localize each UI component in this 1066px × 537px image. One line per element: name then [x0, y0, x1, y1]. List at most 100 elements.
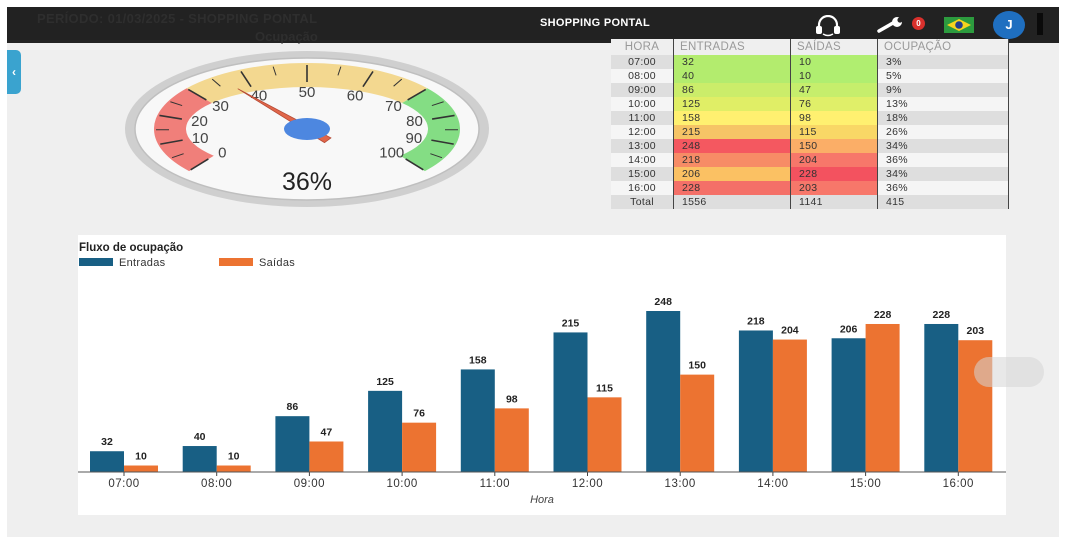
bar-value-label: 40: [194, 431, 206, 443]
cell-hora: 09:00: [611, 83, 674, 97]
x-tick-label: 11:00: [480, 478, 510, 490]
bar-saidas[interactable]: [494, 408, 529, 472]
col-ocupacao: OCUPAÇÃO: [877, 39, 1009, 55]
bar-value-label: 86: [287, 401, 299, 413]
cell-entradas: 125: [673, 97, 791, 111]
wrench-icon[interactable]: [875, 17, 909, 38]
cell-entradas: 218: [673, 153, 791, 167]
cell-saidas: 1141: [790, 195, 878, 209]
user-avatar[interactable]: J: [993, 11, 1025, 39]
cell-saidas: 115: [790, 125, 878, 139]
cell-ocupacao: 5%: [877, 69, 1009, 83]
cell-entradas: 158: [673, 111, 791, 125]
table-row: 13:00 248 150 34%: [611, 139, 1009, 153]
table-row: 16:00 228 203 36%: [611, 181, 1009, 195]
x-tick-label: 07:00: [108, 478, 139, 490]
mall-name: SHOPPING PONTAL: [540, 17, 651, 29]
bar-value-label: 228: [874, 309, 892, 321]
gauge-hub: [284, 118, 330, 140]
bar-entradas[interactable]: [553, 332, 588, 472]
x-tick-label: 14:00: [757, 478, 788, 490]
cell-saidas: 10: [790, 69, 878, 83]
bar-value-label: 47: [321, 426, 333, 438]
cell-hora: 14:00: [611, 153, 674, 167]
bar-saidas[interactable]: [216, 465, 251, 472]
bar-value-label: 158: [469, 354, 487, 366]
bar-entradas[interactable]: [831, 338, 866, 472]
cell-hora: 07:00: [611, 55, 674, 69]
avatar-edge: [1037, 13, 1043, 35]
bar-entradas[interactable]: [182, 446, 217, 472]
cell-hora: 13:00: [611, 139, 674, 153]
gauge-value: 36%: [282, 168, 332, 196]
bar-entradas[interactable]: [460, 369, 495, 472]
x-tick-label: 10:00: [386, 478, 417, 490]
cell-entradas: 248: [673, 139, 791, 153]
brazil-flag-icon[interactable]: [944, 17, 974, 38]
cell-saidas: 204: [790, 153, 878, 167]
gauge-tick-label: 50: [299, 84, 316, 101]
cell-hora: 11:00: [611, 111, 674, 125]
bar-saidas[interactable]: [124, 465, 158, 472]
cell-saidas: 228: [790, 167, 878, 181]
table-row: 15:00 206 228 34%: [611, 167, 1009, 181]
bar-value-label: 248: [654, 296, 672, 308]
cell-ocupacao: 3%: [877, 55, 1009, 69]
flow-chart-card: Fluxo de ocupação Entradas Saídas 32 10 07…: [78, 235, 1006, 515]
table-header-row: HORA ENTRADAS SAÍDAS OCUPAÇÃO: [611, 39, 1009, 55]
bar-entradas[interactable]: [90, 451, 124, 472]
x-axis-label: Hora: [530, 494, 554, 506]
occupancy-table: HORA ENTRADAS SAÍDAS OCUPAÇÃO 07:00 32 10 3…: [611, 39, 1009, 209]
x-tick-label: 12:00: [572, 478, 603, 490]
cell-entradas: 228: [673, 181, 791, 195]
chevron-left-icon[interactable]: ‹: [7, 50, 21, 94]
bar-value-label: 204: [781, 325, 799, 337]
bar-value-label: 206: [840, 323, 858, 335]
cell-entradas: 1556: [673, 195, 791, 209]
cell-hora: 15:00: [611, 167, 674, 181]
scroll-handle[interactable]: [974, 357, 1044, 387]
bar-saidas[interactable]: [309, 441, 344, 472]
x-tick-label: 15:00: [850, 478, 881, 490]
bar-saidas[interactable]: [402, 422, 437, 472]
bar-entradas[interactable]: [275, 416, 310, 472]
bar-value-label: 98: [506, 393, 518, 405]
col-hora: HORA: [611, 39, 674, 55]
gauge-tick-label: 90: [406, 130, 423, 147]
gauge-title: Ocupação: [255, 29, 318, 44]
cell-saidas: 98: [790, 111, 878, 125]
cell-ocupacao: 18%: [877, 111, 1009, 125]
bar-entradas[interactable]: [368, 390, 403, 472]
bar-value-label: 10: [228, 451, 240, 463]
table-row: 14:00 218 204 36%: [611, 153, 1009, 167]
gauge-tick-label: 60: [347, 88, 364, 105]
cell-hora: Total: [611, 195, 674, 209]
cell-entradas: 40: [673, 69, 791, 83]
cell-entradas: 206: [673, 167, 791, 181]
bar-saidas[interactable]: [772, 339, 807, 472]
col-saidas: SAÍDAS: [790, 39, 878, 55]
table-row: 08:00 40 10 5%: [611, 69, 1009, 83]
bar-value-label: 150: [688, 360, 706, 372]
bar-entradas[interactable]: [924, 323, 959, 472]
notification-badge[interactable]: 0: [912, 17, 925, 30]
x-tick-label: 13:00: [665, 478, 696, 490]
gauge-tick-label: 10: [192, 130, 209, 147]
x-tick-label: 16:00: [943, 478, 974, 490]
cell-ocupacao: 36%: [877, 153, 1009, 167]
bar-value-label: 218: [747, 315, 765, 327]
table-row: 12:00 215 115 26%: [611, 125, 1009, 139]
bar-entradas[interactable]: [646, 311, 681, 472]
gauge-tick-label: 70: [385, 98, 402, 115]
bar-entradas[interactable]: [738, 330, 773, 472]
period-label: PERÍODO: 01/03/2025 - SHOPPING PONTAL: [37, 11, 318, 26]
bar-saidas[interactable]: [680, 374, 715, 472]
cell-ocupacao: 13%: [877, 97, 1009, 111]
cell-hora: 08:00: [611, 69, 674, 83]
bar-saidas[interactable]: [865, 323, 900, 472]
table-row: 07:00 32 10 3%: [611, 55, 1009, 69]
table-row: 10:00 125 76 13%: [611, 97, 1009, 111]
bar-saidas[interactable]: [587, 397, 622, 472]
cell-hora: 16:00: [611, 181, 674, 195]
headset-icon[interactable]: [811, 14, 845, 42]
